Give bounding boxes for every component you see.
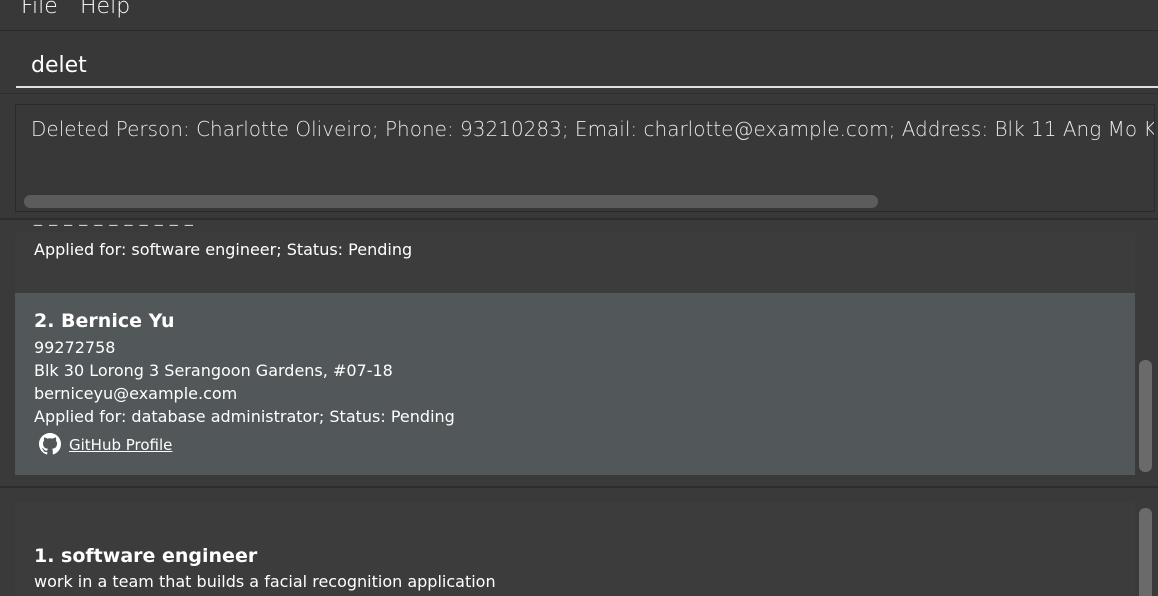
job-list[interactable]: 1. software engineer work in a team that…: [0, 486, 1158, 596]
menu-bar: File Help: [0, 0, 1158, 31]
command-box: [0, 32, 1158, 92]
job-card[interactable]: 1. software engineer work in a team that…: [15, 502, 1135, 596]
job-title: 1. software engineer: [34, 545, 258, 567]
result-horizontal-scrollbar[interactable]: [24, 195, 878, 208]
github-profile-label: GitHub Profile: [69, 436, 173, 454]
person-card-selected[interactable]: 2. Bernice Yu 99272758 Blk 30 Lorong 3 S…: [15, 293, 1135, 475]
person-address: Blk 30 Lorong 3 Serangoon Gardens, #07-1…: [34, 361, 393, 380]
person-applied-status: Applied for: software engineer; Status: …: [34, 240, 413, 259]
person-name: 2. Bernice Yu: [34, 310, 175, 332]
person-card-clipped-line: ‾ ‾ ‾ ‾ ‾ ‾ ‾ ‾ ‾ ‾ ‾: [34, 222, 194, 241]
job-description: work in a team that builds a facial reco…: [34, 572, 496, 591]
person-card[interactable]: ‾ ‾ ‾ ‾ ‾ ‾ ‾ ‾ ‾ ‾ ‾ Applied for: softw…: [15, 222, 1135, 293]
result-message: Deleted Person: Charlotte Oliveiro; Phon…: [31, 117, 1154, 141]
command-input[interactable]: [16, 44, 1158, 88]
person-email: berniceyu@example.com: [34, 384, 238, 403]
person-list[interactable]: ‾ ‾ ‾ ‾ ‾ ‾ ‾ ‾ ‾ ‾ ‾ Applied for: softw…: [0, 218, 1158, 486]
github-icon: [39, 433, 61, 455]
job-list-scrollbar[interactable]: [1139, 508, 1152, 596]
person-list-scrollbar[interactable]: [1139, 360, 1152, 472]
menu-file[interactable]: File: [21, 0, 58, 19]
menu-help[interactable]: Help: [80, 0, 130, 19]
result-text-area[interactable]: Deleted Person: Charlotte Oliveiro; Phon…: [15, 104, 1155, 212]
result-display: Deleted Person: Charlotte Oliveiro; Phon…: [0, 93, 1158, 218]
person-applied-status: Applied for: database administrator; Sta…: [34, 407, 455, 426]
person-phone: 99272758: [34, 338, 116, 357]
